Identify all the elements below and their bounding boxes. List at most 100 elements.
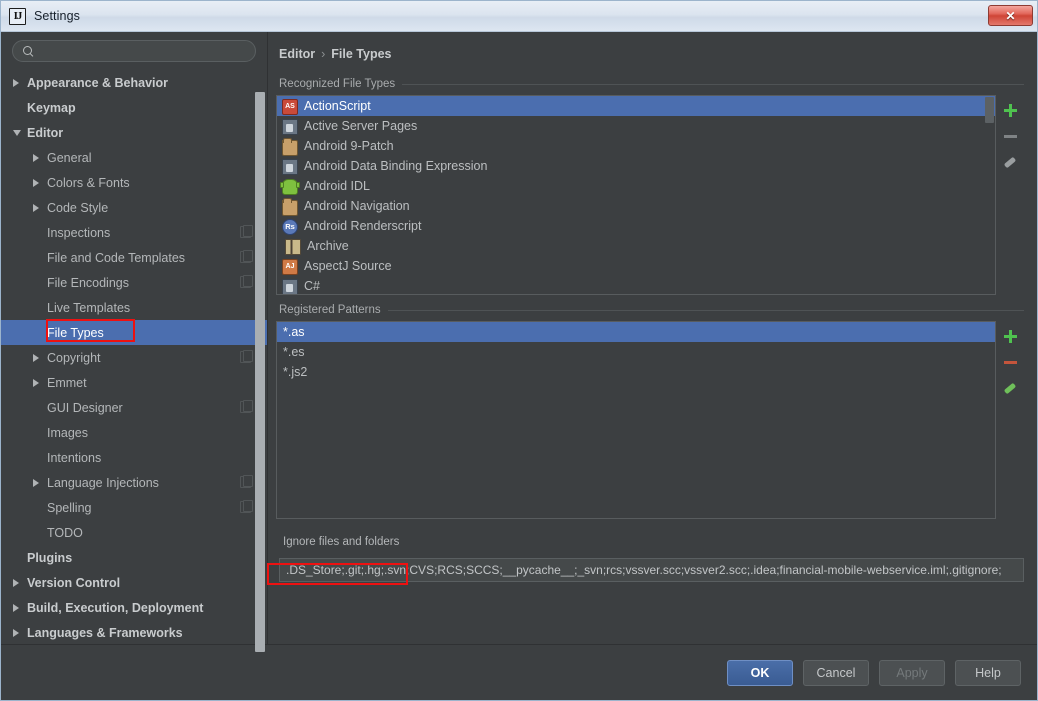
file-type-row[interactable]: AS ActionScript [277, 96, 995, 116]
file-types-scrollbar-thumb[interactable] [985, 97, 994, 123]
sidebar-item-live-templates[interactable]: Live Templates [1, 295, 267, 320]
pencil-icon [1003, 155, 1018, 170]
search-input[interactable] [40, 43, 246, 59]
sidebar-item-inspections[interactable]: Inspections [1, 220, 267, 245]
sidebar-item-label: TODO [47, 525, 83, 540]
sidebar-item-plugins[interactable]: Plugins [1, 545, 267, 570]
window-title: Settings [34, 9, 80, 23]
sidebar-item-appearance-behavior[interactable]: Appearance & Behavior [1, 70, 267, 95]
sidebar-item-label: Languages & Frameworks [27, 625, 183, 640]
cancel-button[interactable]: Cancel [803, 659, 869, 686]
apply-button[interactable]: Apply [879, 659, 945, 686]
sidebar-item-file-types[interactable]: File Types [1, 320, 267, 345]
copy-settings-icon [240, 500, 253, 513]
chevron-right-icon[interactable] [13, 603, 27, 612]
breadcrumb-root[interactable]: Editor [279, 47, 315, 61]
breadcrumb-separator-icon: › [321, 46, 326, 61]
sidebar-item-keymap[interactable]: Keymap [1, 95, 267, 120]
dialog-body: Appearance & Behavior Keymap Editor General… [1, 32, 1037, 652]
chevron-down-icon[interactable] [13, 129, 27, 136]
sidebar-item-language-injections[interactable]: Language Injections [1, 470, 267, 495]
breadcrumb-current: File Types [331, 46, 392, 61]
document-icon [282, 118, 298, 135]
add-file-type-button[interactable] [998, 97, 1022, 123]
search-icon [22, 45, 35, 58]
pattern-row[interactable]: *.js2 [277, 362, 995, 382]
chevron-right-icon[interactable] [33, 378, 47, 387]
intellij-idea-icon: IJ [9, 7, 26, 25]
pattern-row[interactable]: *.es [277, 342, 995, 362]
sidebar-item-todo[interactable]: TODO [1, 520, 267, 545]
registered-patterns-list[interactable]: *.as *.es *.js2 [276, 321, 996, 519]
actionscript-icon: AS [282, 98, 298, 115]
folder-icon [282, 197, 298, 216]
sidebar-item-label: Colors & Fonts [47, 175, 130, 190]
pattern-row[interactable]: *.as [277, 322, 995, 342]
file-type-row[interactable]: Android Navigation [277, 196, 995, 216]
file-type-row[interactable]: AJ AspectJ Source [277, 256, 995, 276]
sidebar-item-label: Keymap [27, 100, 76, 115]
pattern-value: *.es [283, 345, 305, 359]
file-type-row[interactable]: Active Server Pages [277, 116, 995, 136]
window-title-bar: IJ Settings ✕ [1, 1, 1037, 32]
search-field[interactable] [12, 40, 256, 62]
sidebar-item-label: Code Style [47, 200, 109, 215]
file-type-row[interactable]: C# [277, 276, 995, 294]
ignore-files-value: .DS_Store;.git;.hg;.svn;CVS;RCS;SCCS;__p… [286, 563, 1002, 577]
file-type-name: AspectJ Source [304, 259, 392, 273]
sidebar-scrollbar[interactable] [255, 92, 265, 652]
sidebar-item-spelling[interactable]: Spelling [1, 495, 267, 520]
sidebar-item-code-style[interactable]: Code Style [1, 195, 267, 220]
ok-button[interactable]: OK [727, 659, 793, 686]
sidebar-item-build-execution-deployment[interactable]: Build, Execution, Deployment [1, 595, 267, 620]
chevron-right-icon[interactable] [13, 628, 27, 637]
sidebar-item-file-encodings[interactable]: File Encodings [1, 270, 267, 295]
file-type-row[interactable]: Android Data Binding Expression [277, 156, 995, 176]
chevron-right-icon[interactable] [13, 78, 27, 87]
edit-file-type-button[interactable] [998, 149, 1022, 175]
chevron-right-icon[interactable] [13, 578, 27, 587]
pattern-value: *.as [283, 325, 305, 339]
remove-file-type-button[interactable] [998, 123, 1022, 149]
folder-icon [282, 137, 298, 156]
file-type-row[interactable]: Android IDL [277, 176, 995, 196]
pattern-value: *.js2 [283, 365, 308, 379]
sidebar-item-general[interactable]: General [1, 145, 267, 170]
chevron-right-icon[interactable] [33, 178, 47, 187]
sidebar-item-emmet[interactable]: Emmet [1, 370, 267, 395]
edit-pattern-button[interactable] [998, 375, 1022, 401]
sidebar-item-file-and-code-templates[interactable]: File and Code Templates [1, 245, 267, 270]
sidebar-item-version-control[interactable]: Version Control [1, 570, 267, 595]
sidebar-item-gui-designer[interactable]: GUI Designer [1, 395, 267, 420]
sidebar-item-copyright[interactable]: Copyright [1, 345, 267, 370]
dialog-footer: OK Cancel Apply Help [1, 644, 1037, 700]
file-type-name: Android Data Binding Expression [304, 159, 488, 173]
sidebar-scrollbar-thumb[interactable] [255, 92, 265, 652]
sidebar-item-images[interactable]: Images [1, 420, 267, 445]
chevron-right-icon[interactable] [33, 478, 47, 487]
sidebar-item-intentions[interactable]: Intentions [1, 445, 267, 470]
minus-icon [1003, 360, 1017, 364]
chevron-right-icon[interactable] [33, 353, 47, 362]
file-type-name: C# [304, 279, 320, 293]
file-type-name: Android Renderscript [304, 219, 422, 233]
remove-pattern-button[interactable] [998, 349, 1022, 375]
recognized-file-types-list[interactable]: AS ActionScript Active Server Pages Android… [276, 95, 996, 295]
file-type-row[interactable]: Rs Android Renderscript [277, 216, 995, 236]
sidebar-item-editor[interactable]: Editor [1, 120, 267, 145]
sidebar-item-colors-fonts[interactable]: Colors & Fonts [1, 170, 267, 195]
ignore-files-field[interactable]: .DS_Store;.git;.hg;.svn;CVS;RCS;SCCS;__p… [279, 558, 1024, 582]
copy-settings-icon [240, 475, 253, 488]
file-type-row[interactable]: Archive [277, 236, 995, 256]
patterns-toolbar [996, 321, 1024, 519]
chevron-right-icon[interactable] [33, 153, 47, 162]
android-icon [280, 179, 300, 195]
file-type-row[interactable]: Android 9-Patch [277, 136, 995, 156]
help-button[interactable]: Help [955, 659, 1021, 686]
add-pattern-button[interactable] [998, 323, 1022, 349]
chevron-right-icon[interactable] [33, 203, 47, 212]
sidebar-item-languages-frameworks[interactable]: Languages & Frameworks [1, 620, 267, 644]
registered-patterns-title: Registered Patterns [279, 304, 381, 316]
close-window-button[interactable]: ✕ [988, 5, 1033, 26]
file-type-name: ActionScript [304, 99, 371, 113]
